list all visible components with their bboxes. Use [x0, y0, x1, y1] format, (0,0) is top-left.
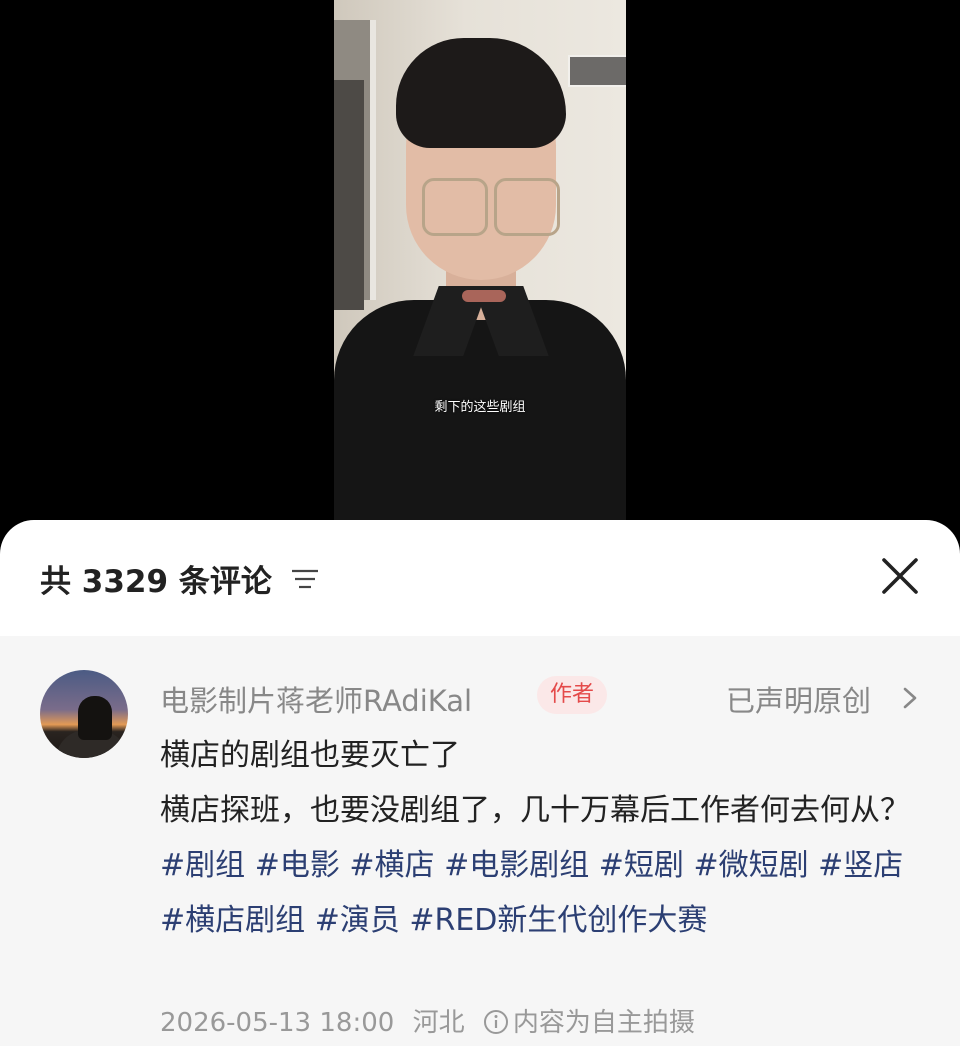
- original-declared-link[interactable]: 已声明原创: [726, 678, 871, 720]
- comment-meta: 2026-05-13 18:00 河北 内容为自主拍摄: [160, 1002, 705, 1039]
- comments-header: 共 3329 条评论: [0, 520, 960, 636]
- close-icon[interactable]: [878, 554, 922, 598]
- hashtag[interactable]: #微短剧: [693, 848, 808, 883]
- info-icon: [483, 1010, 508, 1034]
- hashtag[interactable]: #横店: [349, 848, 434, 883]
- comment-date: 2026-05-13 18:00: [160, 1008, 395, 1038]
- avatar[interactable]: [40, 670, 128, 758]
- video-person-glasses: [422, 178, 488, 236]
- video-subtitle: 剩下的这些剧组: [434, 400, 526, 415]
- comments-sheet: 共 3329 条评论 电影制片蒋老师RAdiKal 作者 已声明原创 横店的剧组…: [0, 520, 960, 1046]
- hashtag[interactable]: #横店剧组: [160, 903, 305, 938]
- hashtag[interactable]: #电影剧组: [444, 848, 589, 883]
- video-window: [334, 20, 376, 310]
- hashtag[interactable]: #RED新生代创作大赛: [409, 903, 707, 938]
- author-name[interactable]: 电影制片蒋老师RAdiKal: [160, 678, 472, 720]
- video-wall-poster: [568, 55, 626, 87]
- hashtag[interactable]: #电影: [255, 848, 340, 883]
- comment-disclaimer: 内容为自主拍摄: [512, 1008, 695, 1038]
- video-player[interactable]: 剩下的这些剧组: [0, 0, 960, 560]
- comment-text: 横店探班，也要没剧组了，几十万幕后工作者何去何从？: [160, 793, 910, 828]
- sort-icon[interactable]: [290, 566, 320, 592]
- author-badge: 作者: [537, 676, 608, 714]
- chevron-right-icon[interactable]: [902, 686, 918, 710]
- comment-item: 电影制片蒋老师RAdiKal 作者 已声明原创 横店的剧组也要灭亡了 横店探班，…: [0, 636, 960, 1046]
- hashtag[interactable]: #竖店: [818, 848, 903, 883]
- hashtag[interactable]: #剧组: [160, 848, 245, 883]
- comment-title: 横店的剧组也要灭亡了: [160, 738, 460, 773]
- video-frame[interactable]: 剩下的这些剧组: [334, 0, 626, 520]
- comment-count-title: 共 3329 条评论: [40, 564, 272, 600]
- comment-body: 横店的剧组也要灭亡了 横店探班，也要没剧组了，几十万幕后工作者何去何从？#剧组 …: [160, 728, 920, 948]
- hashtag[interactable]: #演员: [315, 903, 400, 938]
- comment-location: 河北: [412, 1008, 465, 1038]
- hashtag[interactable]: #短剧: [599, 848, 684, 883]
